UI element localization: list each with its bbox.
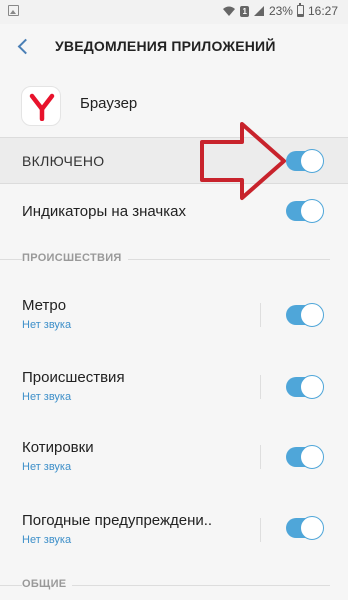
back-arrow-icon[interactable]: [14, 36, 34, 56]
red-arrow-annotation: [200, 122, 286, 200]
battery-icon: [296, 3, 304, 17]
channel-row[interactable]: Погодные предупреждени.. Нет звука: [0, 503, 348, 557]
page-title: УВЕДОМЛЕНИЯ ПРИЛОЖЕНИЙ: [55, 38, 276, 54]
yandex-browser-icon: [21, 86, 61, 126]
channel-row[interactable]: Котировки Нет звука: [0, 430, 348, 484]
divider: [260, 375, 261, 399]
enabled-label: ВКЛЮЧЕНО: [22, 153, 105, 169]
section-header-incidents: ПРОИСШЕСТВИЯ: [0, 249, 348, 269]
gallery-notification-icon: [8, 5, 19, 16]
divider: [260, 518, 261, 542]
section-title: ОБЩИЕ: [22, 578, 73, 590]
section-header-general: ОБЩИЕ: [0, 575, 348, 595]
channel-row[interactable]: Происшествия Нет звука: [0, 360, 348, 414]
channel-row[interactable]: Метро Нет звука: [0, 288, 348, 342]
divider: [260, 303, 261, 327]
channel-label: Котировки: [22, 439, 94, 456]
channel-sound: Нет звука: [22, 391, 72, 403]
wifi-icon: [223, 6, 236, 16]
channel-sound: Нет звука: [22, 461, 72, 473]
badges-toggle[interactable]: [286, 199, 324, 223]
app-name: Браузер: [80, 95, 138, 112]
enabled-row[interactable]: ВКЛЮЧЕНО: [0, 137, 348, 184]
channel-toggle[interactable]: [286, 375, 324, 399]
status-bar: 1 23% 16:27: [0, 0, 348, 24]
app-info-row: Браузер: [0, 76, 348, 134]
app-bar: УВЕДОМЛЕНИЯ ПРИЛОЖЕНИЙ: [0, 24, 348, 70]
channel-toggle[interactable]: [286, 516, 324, 540]
channel-toggle[interactable]: [286, 445, 324, 469]
channel-toggle[interactable]: [286, 303, 324, 327]
signal-icon: [253, 6, 264, 16]
enabled-toggle[interactable]: [286, 149, 324, 173]
channel-label: Происшествия: [22, 369, 125, 386]
badges-row[interactable]: Индикаторы на значках: [0, 188, 348, 236]
battery-percent: 23%: [268, 4, 293, 18]
channel-sound: Нет звука: [22, 534, 72, 546]
badges-label: Индикаторы на значках: [22, 203, 186, 220]
channel-sound: Нет звука: [22, 319, 72, 331]
clock: 16:27: [307, 4, 338, 18]
channel-label: Метро: [22, 297, 67, 314]
channel-label: Погодные предупреждени..: [22, 512, 213, 529]
divider: [260, 445, 261, 469]
sim-badge: 1: [240, 5, 249, 17]
section-title: ПРОИСШЕСТВИЯ: [22, 252, 128, 264]
